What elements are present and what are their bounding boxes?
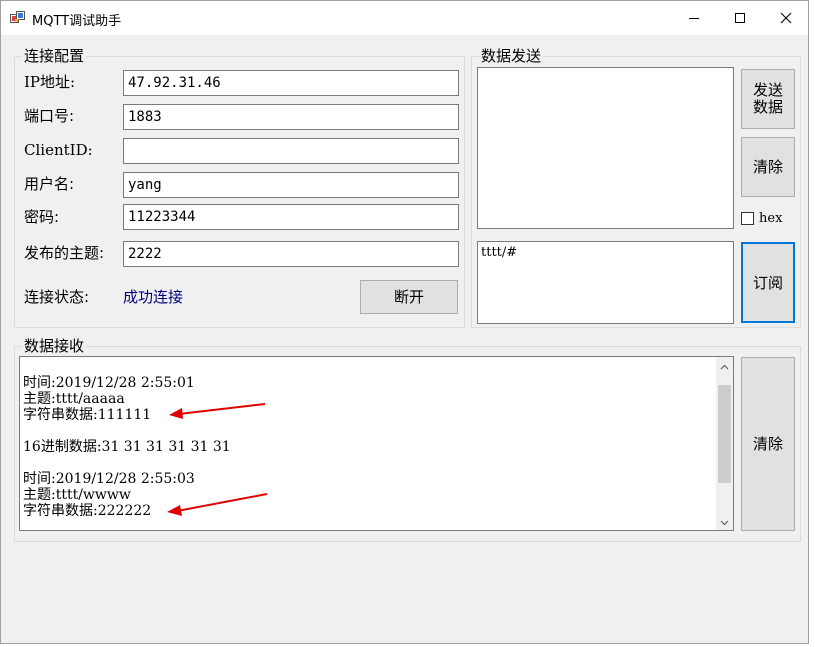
username-label: 用户名: xyxy=(24,175,75,193)
receive-line: 字符串数据:111111 xyxy=(23,407,152,423)
disconnect-button[interactable]: 断开 xyxy=(360,280,458,314)
subscribe-button[interactable]: 订阅 xyxy=(741,242,795,323)
connection-status-value: 成功连接 xyxy=(123,288,184,306)
password-label: 密码: xyxy=(24,208,60,226)
subscribe-topic-textarea[interactable]: tttt/# xyxy=(477,241,734,324)
minimize-icon xyxy=(688,12,700,24)
ip-input[interactable] xyxy=(123,70,459,96)
receive-data-textarea[interactable]: 时间:2019/12/28 2:55:01 主题:tttt/aaaaa 字符串数据:… xyxy=(19,356,734,531)
maximize-button[interactable] xyxy=(717,1,763,35)
maximize-icon xyxy=(734,12,746,24)
minimize-button[interactable] xyxy=(671,1,717,35)
publish-topic-input[interactable] xyxy=(123,241,459,267)
app-window: MQTT调试助手 连接配置 IP地址: 端口号: ClientID: 用户名: … xyxy=(0,0,809,644)
password-input[interactable] xyxy=(123,204,459,230)
receive-line: 主题:tttt/wwww xyxy=(23,487,131,503)
receive-line: 时间:2019/12/28 2:55:01 xyxy=(23,375,195,391)
ip-label: IP地址: xyxy=(24,73,76,91)
hex-checkbox[interactable] xyxy=(741,212,754,225)
receive-line: 字符串数据:222222 xyxy=(23,503,152,519)
connection-status-label: 连接状态: xyxy=(24,288,90,306)
scroll-down-button[interactable] xyxy=(716,513,733,530)
receive-line: 主题:tttt/aaaaa xyxy=(23,391,125,407)
close-icon xyxy=(780,12,792,24)
scroll-up-button[interactable] xyxy=(716,357,733,374)
chevron-down-icon xyxy=(720,514,729,530)
port-label: 端口号: xyxy=(24,107,75,125)
clear-send-button[interactable]: 清除 xyxy=(741,137,795,197)
connection-config-title: 连接配置 xyxy=(22,47,87,65)
client-id-input[interactable] xyxy=(123,138,459,164)
receive-line: 16进制数据:31 31 31 31 31 31 xyxy=(23,439,231,455)
clear-receive-button[interactable]: 清除 xyxy=(741,357,795,531)
scroll-thumb[interactable] xyxy=(718,385,731,483)
receive-scrollbar[interactable] xyxy=(716,357,733,530)
publish-topic-label: 发布的主题: xyxy=(24,244,105,262)
client-id-label: ClientID: xyxy=(24,141,93,159)
receive-lines: 时间:2019/12/28 2:55:01 主题:tttt/aaaaa 字符串数据:… xyxy=(23,375,713,519)
window-title: MQTT调试助手 xyxy=(32,14,122,29)
close-button[interactable] xyxy=(763,1,809,35)
app-icon xyxy=(10,11,25,25)
chevron-up-icon xyxy=(720,358,729,374)
receive-line xyxy=(23,423,713,439)
send-data-textarea[interactable] xyxy=(477,67,734,229)
hex-label: hex xyxy=(759,211,783,226)
receive-line xyxy=(23,455,713,471)
title-bar[interactable]: MQTT调试助手 xyxy=(1,1,808,35)
data-send-title: 数据发送 xyxy=(479,47,544,65)
port-input[interactable] xyxy=(123,104,459,130)
data-receive-title: 数据接收 xyxy=(22,337,87,355)
send-data-button[interactable]: 发送 数据 xyxy=(741,69,795,129)
username-input[interactable] xyxy=(123,172,459,198)
receive-line: 时间:2019/12/28 2:55:03 xyxy=(23,471,195,487)
